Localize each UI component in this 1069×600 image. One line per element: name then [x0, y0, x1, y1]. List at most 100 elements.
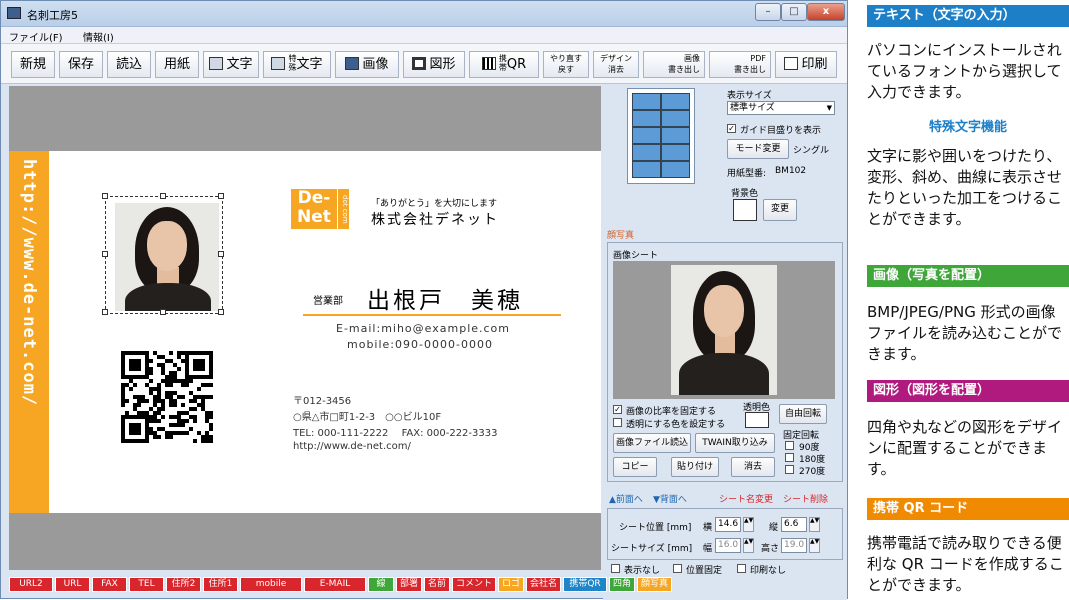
- qr-button[interactable]: 携帯QR: [469, 51, 539, 78]
- qr-a: 携: [498, 54, 507, 63]
- redo-undo-button[interactable]: やり直す 戻す: [543, 51, 589, 78]
- sheet-tab[interactable]: 部署: [396, 577, 422, 592]
- person-name[interactable]: 出根戸 美穂: [367, 281, 523, 315]
- department[interactable]: 営業部: [313, 292, 343, 307]
- h-input[interactable]: 19.0: [781, 538, 807, 553]
- new-button[interactable]: 新規: [11, 51, 55, 78]
- tel-fax[interactable]: TEL: 000-111-2222 FAX: 000-222-3333: [293, 424, 497, 439]
- resize-handle[interactable]: [160, 309, 166, 315]
- fix-ratio-checkbox[interactable]: ✓: [613, 405, 622, 414]
- image-export-button[interactable]: 画像 書き出し: [643, 51, 705, 78]
- save-button[interactable]: 保存: [59, 51, 103, 78]
- minimize-button[interactable]: –: [755, 3, 781, 21]
- x-stepper[interactable]: ▲▼: [743, 517, 754, 532]
- resize-handle[interactable]: [218, 193, 224, 199]
- resize-handle[interactable]: [160, 193, 166, 199]
- tagline[interactable]: 「ありがとう」を大切にします: [371, 196, 497, 209]
- company-name[interactable]: 株式会社デネット: [371, 209, 499, 229]
- name-underline[interactable]: [303, 314, 561, 316]
- maximize-button[interactable]: □: [781, 3, 807, 21]
- h-stepper[interactable]: ▲▼: [809, 538, 820, 553]
- bg-color-swatch[interactable]: [733, 199, 757, 221]
- qr-feature-body: 携帯電話で読み取りできる便利な QR コードを作成することができます。: [867, 534, 1064, 594]
- load-button[interactable]: 読込: [107, 51, 151, 78]
- sheet-tab[interactable]: 顔写真: [637, 577, 672, 592]
- mobile[interactable]: mobile:090-0000-0000: [347, 338, 493, 351]
- sheet-tab[interactable]: 住所2: [166, 577, 201, 592]
- copy-button[interactable]: コピー: [613, 457, 657, 477]
- text-button[interactable]: 文字: [203, 51, 259, 78]
- company-logo[interactable]: De- Net dot com: [291, 189, 349, 229]
- design-clear-button[interactable]: デザイン 消去: [593, 51, 639, 78]
- postal-code[interactable]: 〒012-3456: [293, 392, 351, 407]
- image-button[interactable]: 画像: [335, 51, 399, 78]
- sheet-tab[interactable]: URL: [55, 577, 90, 592]
- pdf-export-button[interactable]: PDF 書き出し: [709, 51, 771, 78]
- print-button[interactable]: 印刷: [775, 51, 837, 78]
- w-stepper[interactable]: ▲▼: [743, 538, 754, 553]
- remove-sheet-button[interactable]: シート削除: [783, 492, 828, 505]
- resize-handle[interactable]: [218, 309, 224, 315]
- redo-label[interactable]: やり直す: [550, 54, 582, 63]
- bring-front-button[interactable]: ▲前面へ: [609, 492, 643, 505]
- sheet-tab[interactable]: 名前: [424, 577, 450, 592]
- lock-checkbox[interactable]: [673, 564, 682, 573]
- sheet-tab[interactable]: 四角: [609, 577, 635, 592]
- image-feature-title: 画像（写真を配置）: [867, 265, 1069, 287]
- shape-button[interactable]: 図形: [403, 51, 465, 78]
- undo-label[interactable]: 戻す: [558, 65, 574, 74]
- paper-button[interactable]: 用紙: [155, 51, 199, 78]
- selection-box[interactable]: [102, 193, 224, 315]
- email[interactable]: E-mail:miho@example.com: [336, 322, 510, 335]
- sheet-tab[interactable]: 携帯QR: [563, 577, 607, 592]
- special-text-button[interactable]: 特殊文字: [263, 51, 331, 78]
- website[interactable]: http://www.de-net.com/: [293, 441, 411, 452]
- guide-checkbox[interactable]: ✓: [727, 124, 736, 133]
- sheet-tab[interactable]: E-MAIL: [304, 577, 366, 592]
- sheet-tab[interactable]: 住所1: [203, 577, 238, 592]
- x-input[interactable]: 14.6: [715, 517, 741, 532]
- paste-button[interactable]: 貼り付け: [671, 457, 719, 477]
- menu-info[interactable]: 情報(I): [83, 29, 114, 44]
- sheet-tab[interactable]: TEL: [129, 577, 164, 592]
- display-size-select[interactable]: 標準サイズ ▼: [727, 101, 835, 115]
- sheet-tab[interactable]: コメント: [452, 577, 496, 592]
- design-clear-b: 消去: [608, 65, 624, 74]
- qr-code[interactable]: [121, 351, 213, 443]
- resize-handle[interactable]: [102, 193, 108, 199]
- free-rotate-button[interactable]: 自由回転: [779, 404, 827, 424]
- sheet-tab[interactable]: mobile: [240, 577, 302, 592]
- twain-button[interactable]: TWAIN取り込み: [695, 433, 775, 453]
- url-bar[interactable]: http://www.de-net.com/: [9, 151, 49, 513]
- sheet-tab[interactable]: 線: [368, 577, 394, 592]
- transparent-checkbox[interactable]: [613, 418, 622, 427]
- noprint-label: 印刷なし: [750, 566, 787, 576]
- business-card[interactable]: http://www.de-net.com/ De- Net dot com 「あ…: [9, 151, 601, 513]
- w-input[interactable]: 16.0: [715, 538, 741, 553]
- rotate-270-checkbox[interactable]: [785, 465, 794, 474]
- hide-checkbox[interactable]: [611, 564, 620, 573]
- resize-handle[interactable]: [218, 251, 224, 257]
- delete-button[interactable]: 消去: [731, 457, 775, 477]
- bg-change-button[interactable]: 変更: [763, 199, 797, 221]
- load-image-button[interactable]: 画像ファイル読込: [613, 433, 691, 453]
- rotate-180-checkbox[interactable]: [785, 453, 794, 462]
- address[interactable]: ○県△市□町1-2-3 ○○ビル10F: [293, 408, 441, 423]
- send-back-button[interactable]: ▼背面へ: [653, 492, 687, 505]
- resize-handle[interactable]: [102, 251, 108, 257]
- sheet-tab[interactable]: 会社名: [526, 577, 561, 592]
- menu-file[interactable]: ファイル(F): [9, 29, 63, 44]
- rename-sheet-button[interactable]: シート名変更: [719, 492, 773, 505]
- y-stepper[interactable]: ▲▼: [809, 517, 820, 532]
- close-button[interactable]: x: [807, 3, 845, 21]
- sheet-tab[interactable]: URL2: [9, 577, 53, 592]
- rotate-90-checkbox[interactable]: [785, 441, 794, 450]
- noprint-checkbox[interactable]: [737, 564, 746, 573]
- resize-handle[interactable]: [102, 309, 108, 315]
- y-input[interactable]: 6.6: [781, 517, 807, 532]
- feature-description: テキスト（文字の入力） パソコンにインストールされているフォントから選択して入力…: [859, 0, 1069, 599]
- sheet-tab[interactable]: FAX: [92, 577, 127, 592]
- sheet-tab[interactable]: ロゴ: [498, 577, 524, 592]
- mode-change-button[interactable]: モード変更: [727, 139, 789, 159]
- transparent-color-swatch[interactable]: [745, 412, 769, 428]
